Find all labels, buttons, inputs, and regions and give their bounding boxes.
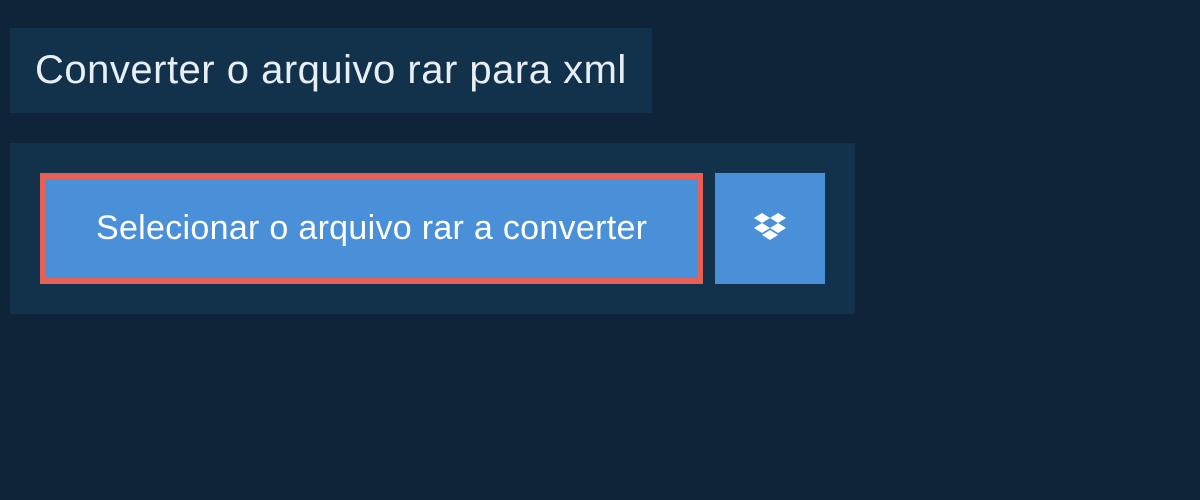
select-file-label: Selecionar o arquivo rar a converter <box>96 209 647 248</box>
page-title-bar: Converter o arquivo rar para xml <box>10 28 652 113</box>
upload-panel: Selecionar o arquivo rar a converter <box>10 143 855 314</box>
select-file-button[interactable]: Selecionar o arquivo rar a converter <box>40 173 703 284</box>
page-title: Converter o arquivo rar para xml <box>35 48 627 92</box>
button-row: Selecionar o arquivo rar a converter <box>40 173 825 284</box>
dropbox-button[interactable] <box>715 173 825 284</box>
dropbox-icon <box>750 209 790 249</box>
